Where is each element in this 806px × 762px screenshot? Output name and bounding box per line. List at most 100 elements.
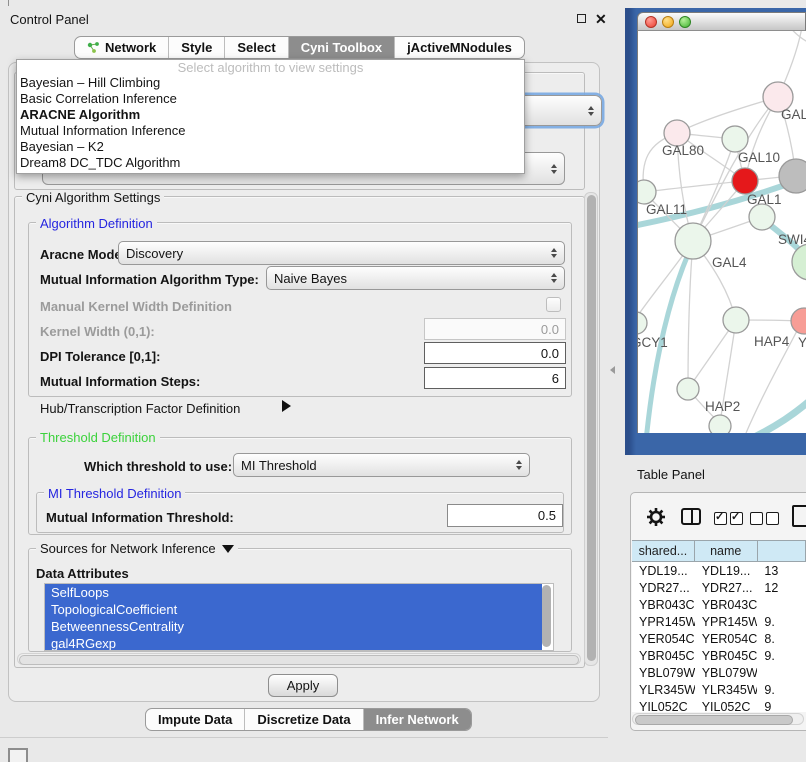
table-cell[interactable]: YIL052C: [695, 700, 758, 713]
settings-gear-icon[interactable]: [646, 507, 666, 532]
table-cell[interactable]: YER054C: [695, 632, 758, 646]
table-cell[interactable]: YDR27...: [632, 581, 695, 595]
table-cell[interactable]: YBR043C: [695, 598, 758, 612]
network-node[interactable]: [638, 312, 647, 334]
apply-button[interactable]: Apply: [268, 674, 338, 697]
table-cell[interactable]: 9.: [757, 649, 806, 663]
network-node[interactable]: [638, 180, 656, 204]
network-edge[interactable]: [788, 31, 806, 45]
network-node[interactable]: [677, 378, 699, 400]
hub-definition-label[interactable]: Hub/Transcription Factor Definition: [40, 401, 240, 416]
table-cell[interactable]: 12: [757, 581, 806, 595]
tab-discretize-data[interactable]: Discretize Data: [244, 709, 362, 730]
table-row[interactable]: YLR345WYLR345W9.: [632, 681, 806, 698]
mi-steps-input[interactable]: 6: [424, 367, 566, 389]
tab-jactivemnodules[interactable]: jActiveMNodules: [394, 37, 524, 58]
float-panel-icon[interactable]: [577, 14, 586, 23]
close-window-icon[interactable]: [645, 16, 657, 28]
split-view-icon[interactable]: [681, 508, 701, 525]
network-node[interactable]: [722, 126, 748, 152]
settings-horizontal-scrollbar[interactable]: [17, 653, 581, 665]
table-cell[interactable]: YBR043C: [632, 598, 695, 612]
manual-kernel-checkbox[interactable]: [546, 297, 561, 312]
network-edge[interactable]: [644, 181, 745, 192]
table-cell[interactable]: 9.: [757, 683, 806, 697]
mini-window-fragment[interactable]: [8, 748, 28, 762]
attribute-gal4rgexp[interactable]: gal4RGexp: [45, 635, 542, 651]
network-node[interactable]: [675, 223, 711, 259]
network-node[interactable]: [723, 307, 749, 333]
table-cell[interactable]: YLR345W: [695, 683, 758, 697]
split-divider-arrow[interactable]: [610, 366, 615, 374]
attributes-scrollbar[interactable]: [541, 585, 552, 649]
which-threshold-combo[interactable]: MI Threshold: [233, 453, 530, 477]
table-cell[interactable]: YLR345W: [632, 683, 695, 697]
tab-impute-data[interactable]: Impute Data: [146, 709, 244, 730]
close-panel-icon[interactable]: ✕: [595, 11, 607, 28]
table-horizontal-scrollbar[interactable]: [632, 713, 804, 725]
network-node[interactable]: [792, 244, 806, 280]
network-node[interactable]: [779, 159, 806, 193]
tab-cyni-toolbox[interactable]: Cyni Toolbox: [288, 37, 394, 58]
tab-infer-network[interactable]: Infer Network: [363, 709, 471, 730]
mi-threshold-input[interactable]: 0.5: [447, 504, 563, 527]
table-cell[interactable]: YER054C: [632, 632, 695, 646]
column-header-cut[interactable]: [758, 540, 806, 562]
attribute-betweennesscentrality[interactable]: BetweennessCentrality: [45, 618, 542, 635]
table-row[interactable]: YBL079WYBL079W: [632, 664, 806, 681]
kernel-width-input[interactable]: 0.0: [424, 318, 566, 340]
network-canvas[interactable]: GAL8GAL80GAL10GAL1GAL11SWI4GAL4GCY1HAP4Y…: [637, 31, 806, 433]
dpi-tolerance-input[interactable]: 0.0: [424, 342, 566, 364]
minimize-window-icon[interactable]: [662, 16, 674, 28]
mi-type-combo[interactable]: Naive Bayes: [266, 266, 565, 290]
table-cell[interactable]: YDR27...: [695, 581, 758, 595]
table-row[interactable]: YBR045CYBR045C9.: [632, 647, 806, 664]
tab-network[interactable]: Network: [75, 37, 168, 58]
attribute-selfloops[interactable]: SelfLoops: [45, 584, 542, 601]
table-row[interactable]: YDL19...YDL19...13: [632, 562, 806, 579]
table-cell[interactable]: YBR045C: [632, 649, 695, 663]
table-cell[interactable]: 8.: [757, 632, 806, 646]
table-cell[interactable]: YDL19...: [695, 564, 758, 578]
aracne-mode-combo[interactable]: Discovery: [118, 241, 565, 265]
column-header-shared[interactable]: shared...: [632, 540, 695, 562]
table-row[interactable]: YDR27...YDR27...12: [632, 579, 806, 596]
table-cell[interactable]: YPR145W: [695, 615, 758, 629]
attribute-topologicalcoefficient[interactable]: TopologicalCoefficient: [45, 601, 542, 618]
algorithm-option-bayesian-k2[interactable]: Bayesian – K2: [17, 139, 524, 155]
table-cell[interactable]: YBR045C: [695, 649, 758, 663]
network-edge[interactable]: [688, 241, 693, 389]
table-cell[interactable]: 13: [757, 564, 806, 578]
network-node[interactable]: [749, 204, 775, 230]
algorithm-option-bayesian-hill-climbing[interactable]: Bayesian – Hill Climbing: [17, 75, 524, 91]
algorithm-option-mutual-information-inference[interactable]: Mutual Information Inference: [17, 123, 524, 139]
deselect-all-icon[interactable]: [750, 512, 779, 530]
table-row[interactable]: YPR145WYPR145W9.: [632, 613, 806, 630]
network-node[interactable]: [791, 308, 806, 334]
table-cell[interactable]: YBL079W: [632, 666, 695, 680]
settings-vertical-scrollbar[interactable]: [584, 192, 598, 666]
algorithm-option-basic-correlation-inference[interactable]: Basic Correlation Inference: [17, 91, 524, 107]
network-edge[interactable]: [746, 397, 806, 433]
table-cell[interactable]: YPR145W: [632, 615, 695, 629]
algorithm-option-aracne-algorithm[interactable]: ARACNE Algorithm: [17, 107, 524, 123]
table-row[interactable]: YIL052CYIL052C9: [632, 698, 806, 712]
new-page-icon[interactable]: [792, 505, 806, 527]
tab-select[interactable]: Select: [224, 37, 287, 58]
select-all-icon[interactable]: [714, 512, 743, 530]
table-row[interactable]: YBR043CYBR043C: [632, 596, 806, 613]
zoom-window-icon[interactable]: [679, 16, 691, 28]
tab-style[interactable]: Style: [168, 37, 224, 58]
table-row[interactable]: YER054CYER054C8.: [632, 630, 806, 647]
sources-title-row[interactable]: Sources for Network Inference: [36, 541, 238, 556]
table-cell[interactable]: YIL052C: [632, 700, 695, 713]
table-cell[interactable]: YDL19...: [632, 564, 695, 578]
table-cell[interactable]: 9.: [757, 615, 806, 629]
collapse-down-icon[interactable]: [222, 545, 234, 553]
algorithm-option-dream8-dc-tdc-algorithm[interactable]: Dream8 DC_TDC Algorithm: [17, 155, 524, 171]
column-header-name[interactable]: name: [695, 540, 758, 562]
expand-right-icon[interactable]: [282, 400, 291, 412]
table-cell[interactable]: 9: [757, 700, 806, 713]
network-node[interactable]: [709, 415, 731, 433]
network-node[interactable]: [732, 168, 758, 194]
